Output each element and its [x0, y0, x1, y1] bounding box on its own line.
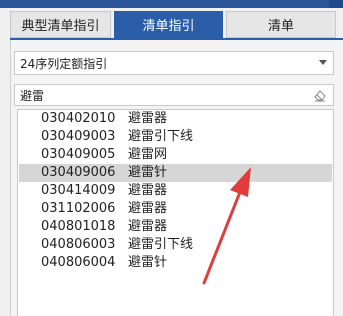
item-code: 040806003	[41, 237, 116, 252]
result-list: 030402010 避雷器 030409003 避雷引下线 030409005 …	[17, 109, 334, 316]
item-name: 避雷器	[128, 201, 168, 216]
item-code: 030409003	[41, 129, 116, 144]
tab-typical-list-guide[interactable]: 典型清单指引	[10, 11, 111, 38]
search-input[interactable]: 避雷	[14, 84, 334, 106]
list-item[interactable]: 040801018 避雷器	[19, 218, 332, 236]
item-code: 030414009	[41, 183, 116, 198]
list-item[interactable]: 030402010 避雷器	[19, 110, 332, 128]
list-item[interactable]: 030409003 避雷引下线	[19, 128, 332, 146]
list-item[interactable]: 030409005 避雷网	[19, 146, 332, 164]
list-item-selected[interactable]: 030409006 避雷针	[19, 164, 332, 182]
quota-series-select[interactable]: 24序列定额指引	[14, 51, 334, 75]
window-top-strip	[0, 0, 343, 8]
eraser-icon[interactable]	[313, 88, 327, 102]
tab-list-guide[interactable]: 清单指引	[114, 11, 223, 38]
item-name: 避雷器	[128, 111, 168, 126]
item-code: 040801018	[41, 219, 116, 234]
item-code: 030409005	[41, 147, 116, 162]
tab-bar: 典型清单指引 清单指引 清单	[10, 11, 343, 39]
list-item[interactable]: 040806004 避雷针	[19, 254, 332, 272]
item-name: 避雷引下线	[128, 237, 194, 252]
item-code: 031102006	[41, 201, 116, 216]
item-code: 030402010	[41, 111, 116, 126]
chevron-down-icon[interactable]	[319, 60, 327, 65]
item-code: 040806004	[41, 255, 116, 270]
window-top-strip-right	[329, 0, 343, 8]
search-value: 避雷	[20, 88, 45, 103]
item-name: 避雷针	[128, 165, 168, 180]
tab-list[interactable]: 清单	[226, 11, 336, 38]
list-item[interactable]: 040806003 避雷引下线	[19, 236, 332, 254]
item-code: 030409006	[41, 165, 116, 180]
quota-series-value: 24序列定额指引	[20, 56, 108, 71]
item-name: 避雷针	[128, 255, 168, 270]
list-item[interactable]: 031102006 避雷器	[19, 200, 332, 218]
item-name: 避雷引下线	[128, 129, 194, 144]
item-name: 避雷器	[128, 183, 168, 198]
list-item[interactable]: 030414009 避雷器	[19, 182, 332, 200]
item-name: 避雷网	[128, 147, 168, 162]
item-name: 避雷器	[128, 219, 168, 234]
